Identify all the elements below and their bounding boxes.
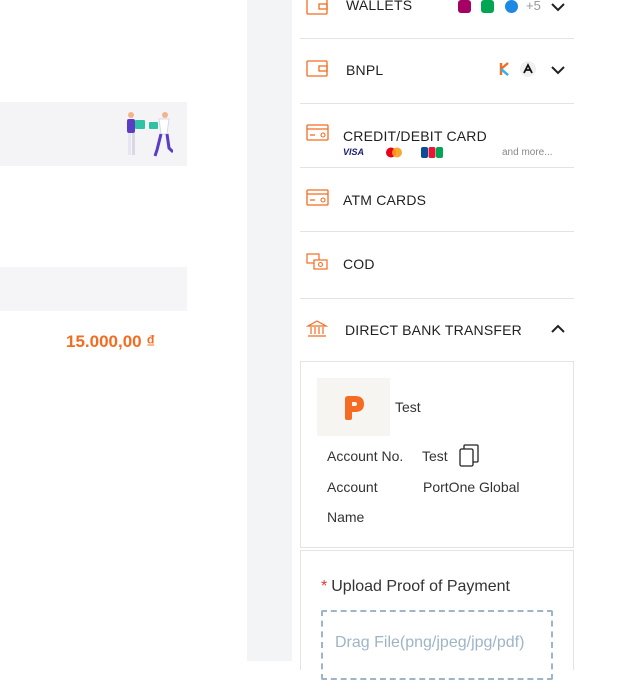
method-label: WALLETS xyxy=(346,0,413,13)
upload-label: * Upload Proof of Payment xyxy=(321,578,510,596)
upload-label-text: Upload Proof of Payment xyxy=(331,578,510,595)
order-summary-area: 15.000,00 ₫ xyxy=(0,0,247,661)
more-wallets-count: +5 xyxy=(526,0,541,13)
payment-methods-panel: WALLETS +5 BNPL CREDIT/DEBIT CARD VISA a… xyxy=(292,0,582,680)
kredivo-logo-icon xyxy=(499,62,509,76)
upload-proof-section: * Upload Proof of Payment Drag File(png/j… xyxy=(300,550,574,680)
zalopay-logo-icon xyxy=(481,0,494,13)
wallet-logo-icon xyxy=(505,0,518,13)
visa-logo-icon: VISA xyxy=(343,147,365,157)
required-asterisk: * xyxy=(321,578,328,595)
column-separator xyxy=(247,0,292,661)
chevron-down-icon[interactable] xyxy=(550,2,566,12)
wallet-icon xyxy=(306,60,328,77)
payment-method-direct-bank-transfer[interactable]: DIRECT BANK TRANSFER xyxy=(300,299,574,362)
account-name-value: PortOne Global xyxy=(423,479,520,495)
dropzone-text: Drag File(png/jpeg/jpg/pdf) xyxy=(335,634,525,651)
account-name-label: Account xyxy=(327,479,378,495)
method-label: COD xyxy=(343,256,375,272)
account-name-label-cont: Name xyxy=(327,509,365,525)
atome-logo-icon xyxy=(520,61,536,77)
chevron-up-icon[interactable] xyxy=(550,324,566,334)
bank-details-card: Test Account No. Test Account Name PortO… xyxy=(300,362,574,548)
card-icon xyxy=(306,189,329,206)
method-label: BNPL xyxy=(346,62,384,78)
payment-method-cod[interactable]: COD xyxy=(300,232,574,299)
chevron-down-icon[interactable] xyxy=(550,65,566,75)
bank-logo xyxy=(317,378,390,436)
bank-name: Test xyxy=(395,399,421,415)
more-cards-text: and more... xyxy=(502,147,553,158)
payment-method-credit-debit-card[interactable]: CREDIT/DEBIT CARD VISA and more... xyxy=(300,104,574,168)
copy-icon[interactable] xyxy=(459,444,481,468)
card-icon xyxy=(306,124,329,141)
jcb-logo-icon xyxy=(421,147,443,158)
mastercard-logo-icon xyxy=(386,147,402,158)
account-no-value: Test xyxy=(422,448,448,464)
right-margin xyxy=(582,0,627,661)
method-label: CREDIT/DEBIT CARD xyxy=(343,128,487,144)
payment-method-bnpl[interactable]: BNPL xyxy=(300,39,574,104)
total-amount: 15.000,00 ₫ xyxy=(66,332,156,351)
summary-row-background xyxy=(0,267,187,311)
payment-method-wallets[interactable]: WALLETS +5 xyxy=(300,0,574,39)
bank-icon xyxy=(306,320,328,337)
cash-icon xyxy=(306,253,328,270)
file-dropzone[interactable]: Drag File(png/jpeg/jpg/pdf) xyxy=(321,610,553,680)
portone-logo-icon xyxy=(345,396,364,420)
method-label: ATM CARDS xyxy=(343,192,427,208)
method-label: DIRECT BANK TRANSFER xyxy=(345,322,522,338)
wallet-icon xyxy=(306,0,328,15)
payment-method-atm-cards[interactable]: ATM CARDS xyxy=(300,168,574,232)
account-no-label: Account No. xyxy=(327,448,404,464)
momo-logo-icon xyxy=(458,0,471,13)
people-illustration-icon xyxy=(127,112,173,157)
